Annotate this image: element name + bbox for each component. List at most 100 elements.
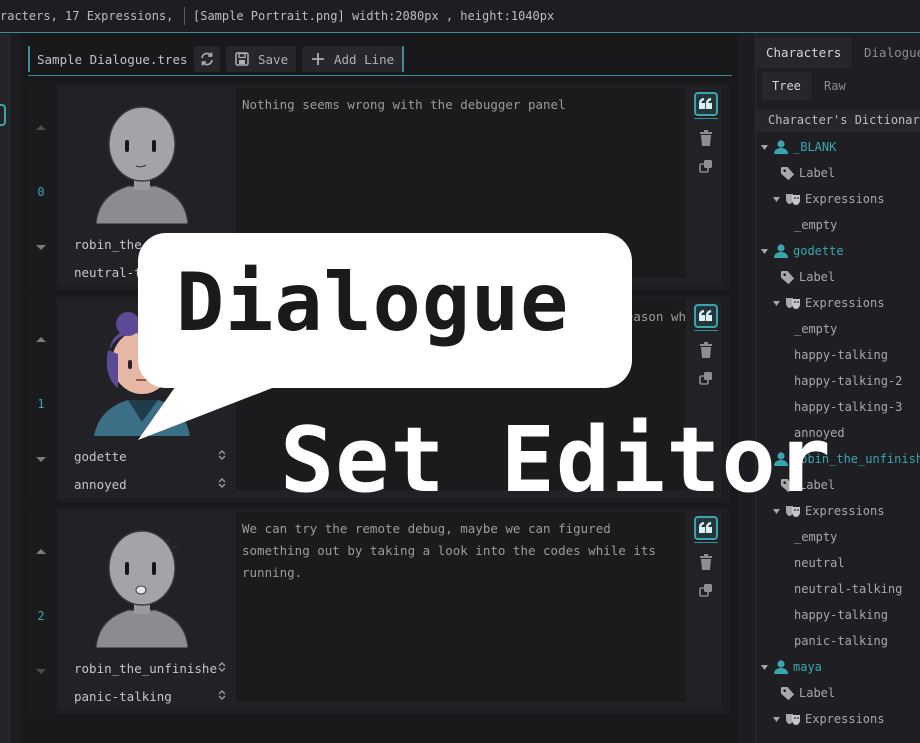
tool-divider xyxy=(694,330,718,331)
save-icon xyxy=(235,52,249,66)
expression-value: panic-talking xyxy=(74,688,172,704)
duplicate-icon xyxy=(699,372,712,385)
tree-character[interactable]: _BLANK xyxy=(760,136,836,158)
arrow-down-icon xyxy=(36,457,46,462)
add-line-button[interactable]: Add Line xyxy=(302,46,403,72)
portrait-robin xyxy=(95,106,189,224)
line-tools xyxy=(690,512,722,702)
tree-label[interactable]: Label xyxy=(780,162,835,184)
delete-button[interactable] xyxy=(694,126,718,150)
character-value: robin_the_unfinishe xyxy=(74,660,217,676)
tree-item-label: Label xyxy=(799,270,836,284)
tree-expressions[interactable]: Expressions xyxy=(772,708,884,730)
tree-item-label: happy-talking-2 xyxy=(794,374,903,388)
banner-title-line2: Set Editor xyxy=(280,408,832,513)
plus-icon xyxy=(312,53,324,65)
portrait-info: [Sample Portrait.png] width:2080px , hei… xyxy=(193,9,555,23)
tree-item-label: _BLANK xyxy=(793,140,837,154)
move-up-button[interactable] xyxy=(32,118,50,136)
arrow-up-icon xyxy=(36,549,46,554)
quote-button[interactable] xyxy=(694,516,718,540)
move-down-button[interactable] xyxy=(32,239,50,257)
tree-character[interactable]: godette xyxy=(760,240,844,262)
tree-expression[interactable]: panic-talking xyxy=(794,630,888,652)
line-gutter: 2 xyxy=(26,508,56,714)
save-label: Save xyxy=(258,51,289,67)
toolbar-right-divider xyxy=(402,46,404,72)
left-dock-strip xyxy=(0,34,10,743)
tree-item-label: godette xyxy=(793,244,844,258)
trash-icon xyxy=(700,342,712,358)
portrait-robin xyxy=(95,530,189,648)
line-gutter: 0 xyxy=(26,84,56,290)
dialogue-editor: Sample Dialogue.tres Save Add Line 0 neu… xyxy=(20,34,738,743)
tree-expression[interactable]: _empty xyxy=(794,214,837,236)
move-down-button[interactable] xyxy=(32,451,50,469)
tree-expression[interactable]: happy-talking-2 xyxy=(794,370,902,392)
dialogue-text[interactable]: We can try the remote debug, maybe we ca… xyxy=(236,512,686,702)
move-up-button[interactable] xyxy=(32,542,50,560)
duplicate-button[interactable] xyxy=(694,154,718,178)
line-tools xyxy=(690,88,722,278)
move-up-button[interactable] xyxy=(32,330,50,348)
tool-divider xyxy=(694,118,718,119)
tree-item-label: neutral-talking xyxy=(794,582,903,596)
tree-expressions[interactable]: Expressions xyxy=(772,292,884,314)
tree-expression[interactable]: happy-talking xyxy=(794,344,888,366)
quote-button[interactable] xyxy=(694,304,718,328)
tree-expression[interactable]: neutral xyxy=(794,552,845,574)
move-down-button[interactable] xyxy=(32,663,50,681)
select-arrows-icon xyxy=(218,662,226,672)
status-bar: racters, 17 Expressions, [Sample Portrai… xyxy=(0,0,920,33)
toolbar-left-divider xyxy=(28,46,30,72)
select-arrows-icon xyxy=(218,450,226,460)
tree-item-label: _empty xyxy=(794,530,838,544)
arrow-down-icon xyxy=(36,669,46,674)
tree-expression[interactable]: _empty xyxy=(794,318,837,340)
tree-item-label: Label xyxy=(799,686,836,700)
tree-item-label: maya xyxy=(793,660,822,674)
tab-dialogue[interactable]: Dialogue xyxy=(854,38,920,68)
collapse-handle[interactable] xyxy=(0,104,6,126)
tree-item-label: Expressions xyxy=(805,296,885,310)
quote-button[interactable] xyxy=(694,92,718,116)
tree-expression[interactable]: _empty xyxy=(794,526,837,548)
delete-button[interactable] xyxy=(694,338,718,362)
tab-tree[interactable]: Tree xyxy=(762,72,811,100)
tree-label[interactable]: Label xyxy=(780,266,835,288)
expression-select[interactable]: annoyed xyxy=(74,472,226,496)
tree-item-label: _empty xyxy=(794,322,838,336)
add-line-label: Add Line xyxy=(334,51,395,67)
tab-raw[interactable]: Raw xyxy=(814,72,856,100)
quote-icon xyxy=(699,522,712,533)
character-select[interactable]: godette xyxy=(74,444,226,468)
tree-item-label: _empty xyxy=(794,218,838,232)
tree-expression[interactable]: happy-talking xyxy=(794,604,888,626)
line-index: 0 xyxy=(37,185,45,199)
editor-toolbar: Sample Dialogue.tres Save Add Line xyxy=(28,44,732,76)
reload-button[interactable] xyxy=(194,46,220,72)
dialogue-line: 2 robin_the_unfinishe panic-talking We c… xyxy=(26,508,730,714)
line-index: 1 xyxy=(37,397,45,411)
quote-icon xyxy=(699,98,712,109)
tree-expressions[interactable]: Expressions xyxy=(772,188,884,210)
duplicate-button[interactable] xyxy=(694,578,718,602)
tree-character[interactable]: maya xyxy=(760,656,822,678)
save-button[interactable]: Save xyxy=(226,46,297,72)
tree-expression[interactable]: neutral-talking xyxy=(794,578,902,600)
delete-button[interactable] xyxy=(694,550,718,574)
tree-item-label: Expressions xyxy=(805,192,885,206)
tab-characters[interactable]: Characters xyxy=(756,38,852,68)
file-name: Sample Dialogue.tres xyxy=(37,52,188,67)
duplicate-icon xyxy=(699,160,712,173)
character-select[interactable]: robin_the_unfinishe xyxy=(74,656,226,680)
duplicate-button[interactable] xyxy=(694,366,718,390)
character-panel: Characters Dialogue Tree Raw Character's… xyxy=(755,34,920,743)
line-card: robin_the_unfinishe panic-talking We can… xyxy=(58,512,722,710)
reload-icon xyxy=(201,52,213,66)
dictionary-header: Character's Dictionary xyxy=(756,110,920,132)
tree-item-label: panic-talking xyxy=(794,634,888,648)
tree-label[interactable]: Label xyxy=(780,682,835,704)
expression-select[interactable]: panic-talking xyxy=(74,684,226,708)
line-gutter: 1 xyxy=(26,296,56,502)
